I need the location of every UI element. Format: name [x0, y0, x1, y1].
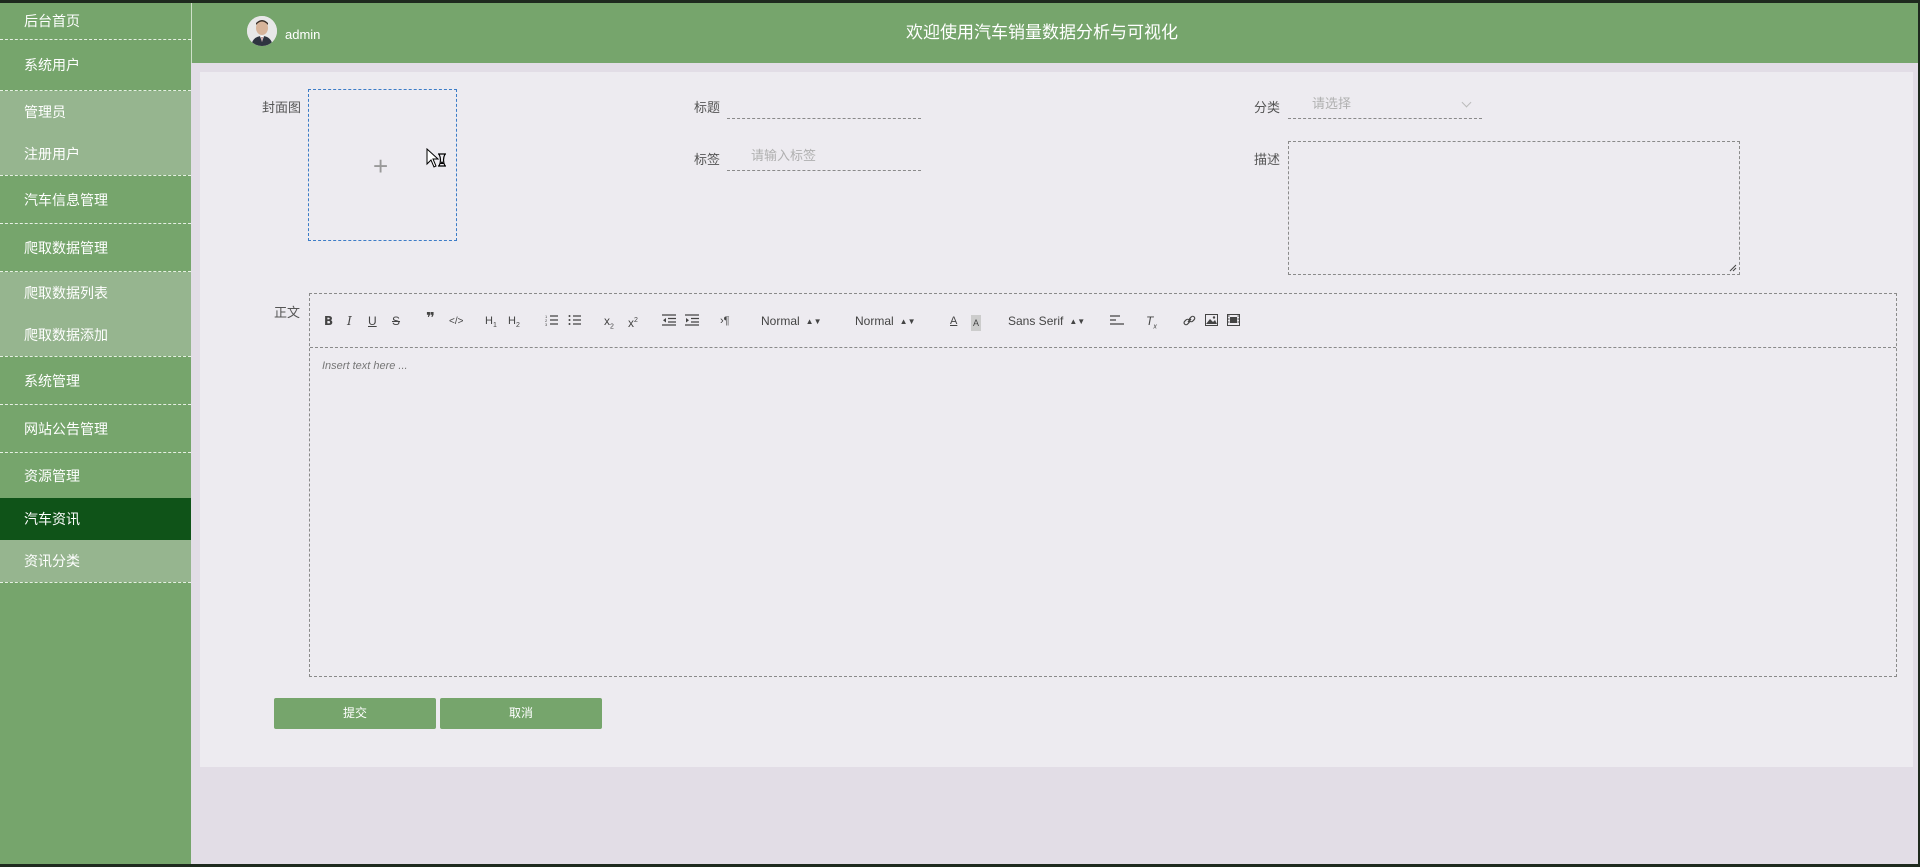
sidebar-item-label: 后台首页 [24, 13, 80, 29]
text-color-icon[interactable]: A [950, 313, 957, 329]
underline-icon[interactable]: U [368, 313, 377, 329]
sidebar-item-label: 资讯分类 [24, 553, 80, 569]
font-select-value: Sans Serif [1008, 314, 1064, 328]
sidebar-subgroup-users: 管理员 注册用户 [0, 91, 191, 176]
font-select[interactable]: Sans Serif ▲▼ [1008, 313, 1085, 330]
clear-format-icon[interactable]: Tx [1146, 313, 1157, 335]
select-arrows-icon: ▲▼ [899, 317, 916, 326]
cancel-button[interactable]: 取消 [440, 698, 602, 729]
desc-label: 描述 [1254, 152, 1281, 167]
select-arrows-icon: ▲▼ [805, 317, 822, 326]
italic-icon[interactable]: I [347, 313, 352, 329]
bullet-list-icon[interactable] [568, 314, 582, 326]
sidebar-item-label: 网站公告管理 [24, 420, 108, 437]
sidebar-item-car-news[interactable]: 汽车资讯 [0, 498, 191, 540]
cover-upload[interactable]: + [308, 89, 457, 241]
sidebar-item-label: 注册用户 [24, 146, 80, 162]
subscript-icon[interactable]: x2 [604, 313, 614, 335]
category-select[interactable]: 请选择 [1288, 89, 1482, 119]
submit-button[interactable]: 提交 [274, 698, 436, 729]
rich-text-editor: B I U S ❞ </> H1 H2 123 x2 x2 ›¶ Normal … [309, 293, 1897, 677]
category-label: 分类 [1254, 100, 1281, 115]
sidebar-item-label: 爬取数据管理 [24, 239, 108, 256]
editor-toolbar: B I U S ❞ </> H1 H2 123 x2 x2 ›¶ Normal … [310, 294, 1896, 348]
size-select-value: Normal [761, 314, 800, 328]
blockquote-icon[interactable]: ❞ [426, 311, 435, 327]
sidebar-item-dashboard[interactable]: 后台首页 [0, 3, 191, 40]
header-select[interactable]: Normal ▲▼ [855, 313, 916, 330]
size-select[interactable]: Normal ▲▼ [761, 313, 822, 330]
header-2-icon[interactable]: H2 [508, 313, 520, 334]
sidebar-item-crawl-add[interactable]: 爬取数据添加 [0, 314, 191, 356]
plus-icon: + [373, 151, 389, 181]
page-title: 欢迎使用汽车销量数据分析与可视化 [906, 23, 1178, 43]
sidebar-item-label: 爬取数据添加 [24, 327, 108, 343]
sidebar: 后台首页 系统用户 管理员 注册用户 汽车信息管理 爬取数据管理 爬取数据列表 … [0, 3, 191, 864]
sidebar-item-crawl-data[interactable]: 爬取数据管理 [0, 224, 191, 272]
header-1-icon[interactable]: H1 [485, 313, 497, 334]
title-input[interactable] [727, 89, 921, 119]
sidebar-item-label: 汽车信息管理 [24, 191, 108, 208]
sidebar-item-label: 爬取数据列表 [24, 285, 108, 301]
strikethrough-icon[interactable]: S [392, 313, 400, 329]
outdent-icon[interactable] [662, 314, 676, 326]
sidebar-item-news-category[interactable]: 资讯分类 [0, 540, 191, 582]
body-label: 正文 [274, 305, 301, 320]
image-icon[interactable] [1205, 314, 1218, 326]
resize-handle-icon[interactable] [1729, 264, 1737, 272]
sidebar-item-label: 系统管理 [24, 372, 80, 389]
tags-label: 标签 [694, 152, 721, 167]
sidebar-item-system-users[interactable]: 系统用户 [0, 40, 191, 91]
bold-icon[interactable]: B [324, 313, 333, 329]
sidebar-subgroup-crawl: 爬取数据列表 爬取数据添加 [0, 272, 191, 357]
select-arrows-icon: ▲▼ [1069, 317, 1086, 326]
text-direction-icon[interactable]: ›¶ [720, 313, 730, 329]
sidebar-item-label: 系统用户 [24, 57, 80, 73]
title-label: 标题 [694, 100, 721, 115]
sidebar-item-system-settings[interactable]: 系统管理 [0, 357, 191, 405]
video-icon[interactable] [1227, 314, 1240, 326]
form-card: 封面图 + 标题 分类 请选择 标签 请输入标签 描述 正文 B I U S ❞… [200, 72, 1913, 767]
app-window: 后台首页 系统用户 管理员 注册用户 汽车信息管理 爬取数据管理 爬取数据列表 … [0, 0, 1920, 867]
editor-placeholder: Insert text here ... [322, 360, 408, 372]
busy-cursor-icon [426, 148, 446, 168]
align-icon[interactable] [1110, 314, 1124, 326]
top-header: admin 欢迎使用汽车销量数据分析与可视化 [191, 3, 1918, 63]
category-placeholder: 请选择 [1312, 96, 1352, 111]
sidebar-item-car-info[interactable]: 汽车信息管理 [0, 176, 191, 224]
sidebar-item-crawl-list[interactable]: 爬取数据列表 [0, 272, 191, 314]
sidebar-item-label: 资源管理 [24, 467, 80, 484]
background-color-icon[interactable]: A [971, 315, 982, 331]
svg-text:3: 3 [545, 322, 548, 326]
sidebar-item-resources[interactable]: 资源管理 [0, 453, 191, 498]
sidebar-item-label: 汽车资讯 [24, 511, 80, 527]
tags-input[interactable]: 请输入标签 [727, 141, 921, 171]
link-icon[interactable] [1183, 314, 1196, 327]
sidebar-item-admin[interactable]: 管理员 [0, 91, 191, 133]
indent-icon[interactable] [685, 314, 699, 326]
code-block-icon[interactable]: </> [449, 314, 463, 330]
sidebar-item-announcements[interactable]: 网站公告管理 [0, 405, 191, 453]
editor-content-area[interactable]: Insert text here ... [310, 348, 1896, 676]
header-select-value: Normal [855, 314, 894, 328]
sidebar-item-registered-users[interactable]: 注册用户 [0, 133, 191, 175]
description-textarea[interactable] [1288, 141, 1740, 275]
cover-label: 封面图 [262, 100, 302, 115]
ordered-list-icon[interactable]: 123 [545, 314, 559, 326]
sidebar-subgroup-news: 资讯分类 [0, 540, 191, 583]
chevron-down-icon [1461, 97, 1472, 108]
sidebar-item-label: 管理员 [24, 104, 66, 120]
superscript-icon[interactable]: x2 [628, 313, 638, 331]
